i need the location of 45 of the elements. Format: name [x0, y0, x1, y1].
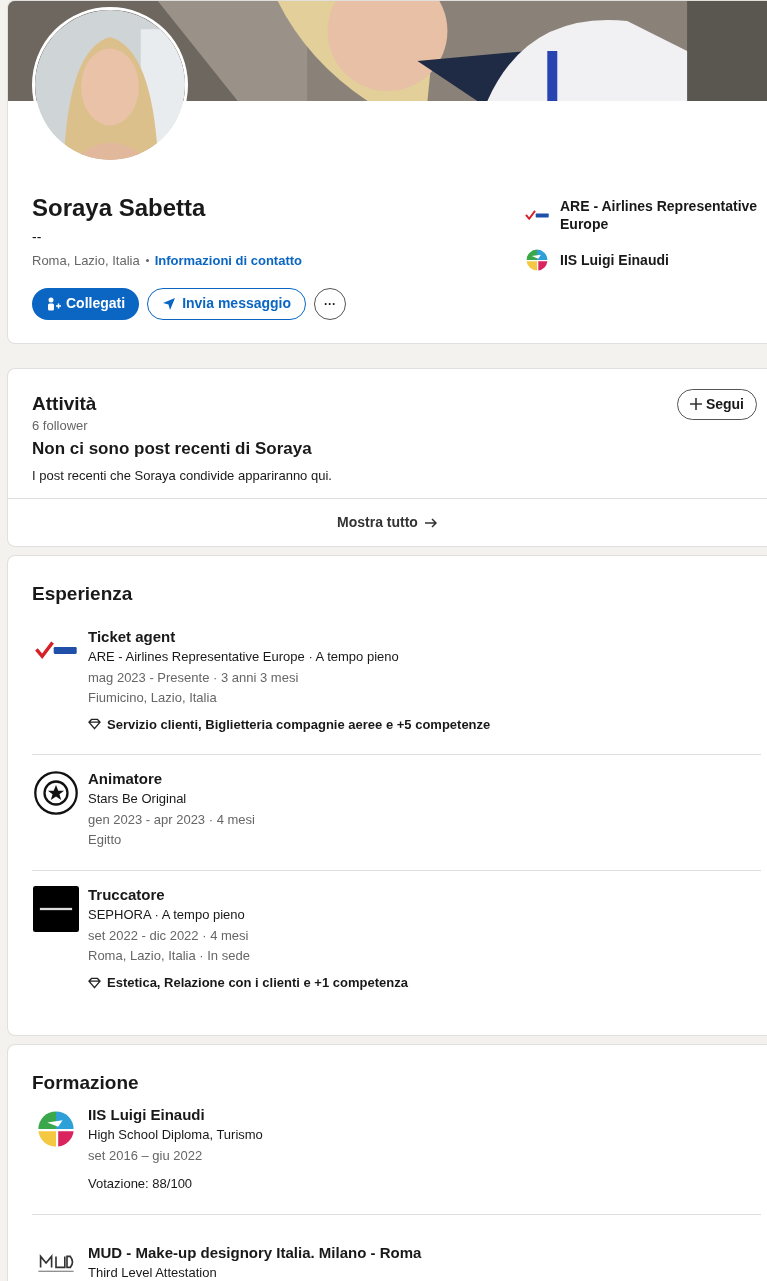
company: SEPHORA · A tempo pieno: [88, 906, 245, 924]
diamond-icon: [88, 976, 101, 989]
skills: Servizio clienti, Biglietteria compagnie aeree e +5 competenze: [107, 715, 491, 734]
empty-title: Non ci sono post recenti di Soraya: [32, 438, 312, 460]
follower-count: 6 follower: [32, 416, 88, 435]
dates: set 2016 – giu 2022: [88, 1147, 203, 1165]
headline: --: [32, 228, 42, 247]
location: Egitto: [88, 831, 122, 849]
job-title: Truccatore: [88, 885, 165, 905]
school-name: MUD - Make-up designory Italia. Milano - Roma: [88, 1242, 422, 1263]
grade: Votazione: 88/100: [88, 1175, 193, 1193]
show-all-button[interactable]: Mostra tutto: [337, 512, 438, 533]
contact-info-link[interactable]: Informazioni di contatto: [154, 251, 302, 271]
school-name: IIS Luigi Einaudi: [88, 1105, 205, 1125]
add-person-icon: [46, 296, 62, 311]
star-badge-logo-icon: [33, 770, 79, 816]
location: Roma, Lazio, Italia · In sede: [88, 947, 250, 965]
plus-icon: [689, 398, 702, 410]
company: ARE - Airlines Representative Europe · A tempo pieno: [88, 647, 399, 666]
section-title: Attività: [32, 391, 97, 416]
arrow-right-icon: [423, 517, 438, 528]
diamond-icon: [88, 718, 101, 731]
skills: Estetica, Relazione con i clienti e +1 competenza: [107, 974, 408, 992]
highlight-link[interactable]: IIS Luigi Einaudi: [560, 251, 669, 269]
section-title: Formazione: [32, 1070, 140, 1095]
company: Stars Be Original: [88, 790, 187, 808]
dates: gen 2023 - apr 2023 · 4 mesi: [88, 811, 255, 829]
dates: set 2022 - dic 2022 · 4 mesi: [88, 927, 249, 945]
degree: High School Diploma, Turismo: [88, 1126, 263, 1144]
location: Fiumicino, Lazio, Italia: [88, 688, 217, 707]
job-title: Ticket agent: [88, 626, 176, 647]
school-logo-icon: [524, 247, 550, 273]
send-icon: [162, 296, 177, 311]
airline-logo-icon: [33, 639, 79, 662]
section-title: Esperienza: [32, 582, 134, 606]
job-title: Animatore: [88, 769, 163, 789]
airline-logo-icon: [524, 208, 550, 222]
highlight-link[interactable]: ARE - Airlines Representative Europe: [560, 197, 767, 233]
degree: Third Level Attestation: [88, 1263, 217, 1281]
square-logo-icon: [33, 886, 79, 932]
location: Roma, Lazio, Italia: [32, 252, 140, 270]
profile-name: Soraya Sabetta: [32, 193, 206, 223]
empty-text: I post recenti che Soraya condivide appariranno qui.: [32, 466, 332, 485]
connect-button[interactable]: Collegati: [32, 287, 140, 320]
dates: mag 2023 - Presente · 3 anni 3 mesi: [88, 668, 299, 687]
